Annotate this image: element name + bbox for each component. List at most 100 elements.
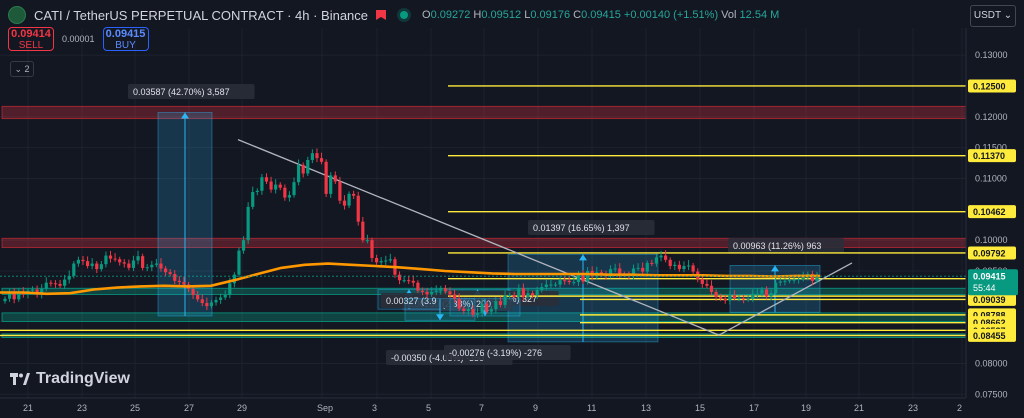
- countdown-label: 55:44: [973, 283, 996, 293]
- candle: [200, 299, 204, 304]
- candle: [374, 258, 379, 263]
- candle: [471, 309, 475, 315]
- candle: [347, 193, 351, 206]
- candle: [49, 282, 53, 284]
- sell-button[interactable]: 0.09414 SELL: [8, 27, 54, 51]
- candle: [145, 267, 149, 269]
- candle: [99, 264, 103, 270]
- candle: [113, 258, 117, 260]
- candle: [466, 309, 470, 312]
- candle: [122, 262, 126, 264]
- candle: [641, 267, 645, 272]
- candle: [223, 295, 227, 298]
- candle: [118, 259, 122, 263]
- candle: [365, 240, 370, 242]
- candle: [168, 272, 172, 275]
- candle: [342, 200, 347, 206]
- measure-label: 0.00963 (11.26%) 963: [733, 241, 821, 251]
- candle: [425, 291, 429, 295]
- time-tick-label: 15: [695, 403, 705, 413]
- candle: [205, 303, 209, 307]
- price-chart[interactable]: 0.03587 (42.70%) 3,587 0.01397 (16.65%) 1…: [0, 0, 1024, 418]
- candle: [150, 264, 154, 268]
- last-price-label: 0.09415: [973, 272, 1006, 282]
- candle: [63, 279, 67, 286]
- time-tick-label: 9: [533, 403, 538, 413]
- measure-label: 0.01397 (16.65%) 1,397: [533, 223, 630, 233]
- time-tick-label: 21: [23, 403, 33, 413]
- time-tick-label: 27: [184, 403, 194, 413]
- market-status-icon: [400, 11, 409, 19]
- candle: [3, 298, 7, 302]
- candle: [315, 153, 319, 159]
- candle: [361, 221, 365, 241]
- candle: [85, 261, 90, 267]
- candle: [329, 175, 333, 194]
- candle: [306, 159, 310, 174]
- candle: [741, 298, 746, 300]
- candle: [397, 274, 402, 281]
- candle: [755, 293, 759, 295]
- price-level-label: 0.08455: [973, 331, 1006, 341]
- candle: [540, 287, 544, 291]
- candle: [714, 291, 718, 297]
- candle: [567, 280, 571, 283]
- candle: [783, 280, 787, 282]
- candle: [654, 257, 659, 264]
- candle: [778, 281, 782, 283]
- candle: [283, 187, 287, 198]
- candle: [407, 280, 411, 282]
- candle: [452, 294, 457, 299]
- candle: [737, 298, 741, 300]
- candle: [544, 284, 548, 287]
- symbol-title[interactable]: CATI / TetherUS PERPETUAL CONTRACT · 4h …: [34, 8, 368, 23]
- candle: [462, 308, 466, 312]
- candle: [72, 263, 76, 276]
- candle: [324, 161, 328, 194]
- time-tick-label: 2: [957, 403, 962, 413]
- candle: [508, 295, 512, 297]
- candle: [260, 177, 264, 191]
- candle: [746, 298, 750, 300]
- currency-select[interactable]: USDT ⌄: [970, 5, 1016, 27]
- candle: [618, 268, 622, 275]
- candle: [650, 262, 654, 264]
- price-level-label: 0.11370: [973, 151, 1005, 161]
- time-tick-label: 21: [854, 403, 864, 413]
- candle: [90, 263, 94, 267]
- candle: [480, 303, 484, 313]
- candle: [787, 280, 792, 282]
- symbol-logo-icon: [8, 6, 26, 24]
- candle: [751, 293, 755, 299]
- ohlc-readout: O0.09272 H0.09512 L0.09176 C0.09415 +0.0…: [422, 9, 780, 21]
- candle: [76, 259, 81, 264]
- candle: [81, 259, 85, 262]
- price-level-label: 0.09792: [973, 248, 1006, 258]
- candle: [457, 298, 461, 309]
- time-tick-label: 17: [749, 403, 759, 413]
- candle: [136, 256, 140, 261]
- candle: [686, 265, 691, 267]
- time-tick-label: 29: [237, 403, 247, 413]
- candle: [269, 181, 273, 190]
- price-level-label: 0.10462: [973, 207, 1006, 217]
- flag-icon[interactable]: [376, 10, 387, 20]
- candle: [764, 289, 769, 297]
- time-tick-label: 11: [587, 403, 596, 413]
- price-level-label: 0.09039: [973, 295, 1006, 305]
- candle: [443, 288, 448, 292]
- buy-button[interactable]: 0.09415 BUY: [102, 27, 149, 51]
- price-tick-label: 0.08000: [975, 358, 1008, 368]
- candle: [613, 268, 617, 270]
- price-tick-label: 0.11000: [975, 173, 1007, 183]
- candle: [498, 301, 503, 305]
- candle: [691, 265, 695, 272]
- candle: [728, 295, 732, 301]
- candle: [219, 297, 223, 300]
- candle: [572, 282, 576, 284]
- candle: [287, 195, 292, 198]
- indicators-toggle[interactable]: ⌄ 2: [10, 61, 34, 77]
- price-tick-label: 0.12000: [975, 112, 1008, 122]
- candle: [173, 274, 177, 281]
- candle: [700, 278, 704, 284]
